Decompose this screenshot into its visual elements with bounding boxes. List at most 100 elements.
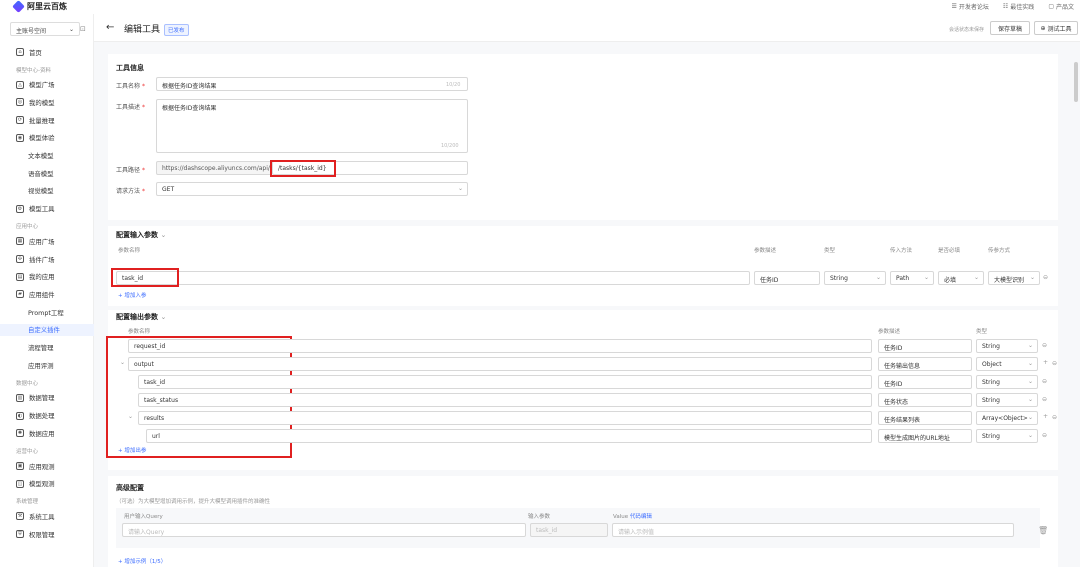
- back-arrow-icon[interactable]: ←: [106, 22, 114, 33]
- col-param-mode: 传参方式: [988, 248, 1011, 254]
- sidebar-item-label: 插件广场: [29, 255, 55, 264]
- chevron-down-icon: ⌄: [1027, 396, 1033, 403]
- delete-icon[interactable]: ⊖: [1052, 414, 1057, 421]
- delete-icon[interactable]: ⊖: [1042, 396, 1047, 403]
- output-param-name[interactable]: url: [146, 429, 872, 443]
- tool-name-input[interactable]: 根据任务ID查询结果: [156, 77, 468, 91]
- path-base: https://dashscope.aliyuncs.com/api/v1: [156, 161, 272, 175]
- add-child-icon[interactable]: +: [1043, 359, 1048, 366]
- input-param-pass[interactable]: Path ⌄: [890, 271, 934, 285]
- input-param-desc[interactable]: 任务ID: [754, 271, 820, 285]
- collapse-chevron-icon[interactable]: ⌄: [128, 413, 133, 420]
- input-param-required[interactable]: 必填 ⌄: [938, 271, 984, 285]
- collapse-chevron-icon[interactable]: ⌄: [120, 359, 125, 366]
- highlight-task-id: [111, 268, 179, 287]
- permission-icon: ⛨: [16, 530, 24, 539]
- output-param-type[interactable]: Array<Object> ⌄: [976, 411, 1038, 425]
- sidebar-item-label: 模型工具: [29, 205, 55, 214]
- data-process-icon: ◐: [16, 411, 24, 420]
- data-app-icon: ✺: [16, 429, 24, 438]
- output-param-name[interactable]: output: [128, 357, 872, 371]
- delete-icon[interactable]: ⊖: [1042, 342, 1047, 349]
- delete-icon[interactable]: ⊖: [1052, 360, 1057, 367]
- output-params-card: 配置输出参数 ⌄ 参数名称 参数描述 类型 + 增加出参 request_id 任…: [106, 310, 1058, 470]
- code-edit-link[interactable]: 代码编辑: [630, 514, 652, 520]
- output-param-desc[interactable]: 任务ID: [878, 339, 972, 353]
- desc-label: 工具描述 *: [116, 104, 145, 111]
- my-app-icon: ▤: [16, 272, 24, 281]
- output-params-title: 配置输出参数 ⌄: [116, 313, 167, 321]
- output-param-type[interactable]: String ⌄: [976, 375, 1038, 389]
- example-param: task_id: [530, 523, 608, 537]
- path-label: 工具路径 *: [116, 167, 145, 174]
- input-param-type[interactable]: String ⌄: [824, 271, 886, 285]
- top-link-forum[interactable]: ☰ 开发者论坛: [952, 2, 989, 11]
- output-param-type[interactable]: Object ⌄: [976, 357, 1038, 371]
- page-title: 编辑工具: [124, 25, 161, 35]
- output-param-name[interactable]: results: [138, 411, 872, 425]
- output-param-desc[interactable]: 模型生成图片的URL地址: [878, 429, 972, 443]
- top-link-practice[interactable]: ☷ 最佳实践: [1003, 2, 1034, 11]
- output-param-desc[interactable]: 任务输出信息: [878, 357, 972, 371]
- app-logo[interactable]: 阿里云百炼: [12, 0, 67, 13]
- workspace-select[interactable]: 主账号空间 ⌄: [10, 22, 80, 36]
- output-param-desc[interactable]: 任务结果列表: [878, 411, 972, 425]
- model-observe-icon: ◫: [16, 479, 24, 488]
- sidebar-item-label: 应用评测: [28, 361, 54, 370]
- trash-icon[interactable]: 🗑: [1038, 526, 1048, 535]
- output-param-desc[interactable]: 任务ID: [878, 375, 972, 389]
- output-param-name[interactable]: task_id: [138, 375, 872, 389]
- output-param-desc[interactable]: 任务状态: [878, 393, 972, 407]
- sidebar-item-label: 文本模型: [28, 152, 54, 160]
- sidebar-item-label: 模型体验: [29, 134, 55, 143]
- delete-icon[interactable]: ⊖: [1043, 274, 1048, 281]
- add-example-link[interactable]: + 增加示例（1/5）: [118, 557, 166, 565]
- query-input[interactable]: 请输入Query: [122, 523, 526, 537]
- home-icon: ⌂: [16, 48, 24, 56]
- delete-icon[interactable]: ⊖: [1042, 432, 1047, 439]
- col-query: 用户输入Query: [124, 514, 163, 520]
- sidebar-item-label: Prompt工程: [28, 308, 64, 317]
- add-input-param-link[interactable]: + 增加入参: [118, 291, 146, 299]
- advanced-subtitle: （可选）为大模型增加调用示例，提升大模型调用插件的准确性: [116, 499, 271, 505]
- scrollbar[interactable]: [1074, 62, 1078, 102]
- input-param-mode[interactable]: 大模型识别 ⌄: [988, 271, 1040, 285]
- top-link-docs[interactable]: ▢ 产品文: [1048, 2, 1074, 11]
- test-tool-label: 测试工具: [1047, 25, 1072, 33]
- top-links: ☰ 开发者论坛 ☷ 最佳实践 ▢ 产品文: [952, 2, 1075, 11]
- input-param-name[interactable]: task_id: [116, 271, 750, 285]
- col-param-pass: 传入方法: [890, 248, 913, 254]
- logo-icon: [12, 0, 25, 13]
- example-value-input[interactable]: 请输入示例值: [612, 523, 1014, 537]
- sidebar-item-label: 首页: [29, 48, 42, 57]
- sidebar-item-label: 运营中心: [16, 449, 39, 455]
- add-child-icon[interactable]: +: [1043, 413, 1048, 420]
- sidebar-item-16[interactable]: 自定义插件: [0, 323, 94, 336]
- workspace-settings-icon[interactable]: ⊡: [80, 25, 86, 33]
- output-param-type[interactable]: String ⌄: [976, 339, 1038, 353]
- tool-desc-textarea[interactable]: 根据任务ID查询结果: [156, 99, 468, 153]
- save-draft-button[interactable]: 保存草稿: [990, 21, 1030, 35]
- workspace-label: 主账号空间: [16, 28, 47, 35]
- sidebar-item-label: 系统工具: [29, 512, 55, 521]
- status-badge: 已发布: [164, 24, 189, 36]
- output-param-name[interactable]: task_status: [138, 393, 872, 407]
- delete-icon[interactable]: ⊖: [1042, 378, 1047, 385]
- sidebar-item-label: 应用组件: [29, 290, 55, 299]
- tool-info-title: 工具信息: [116, 64, 144, 72]
- method-select[interactable]: GET ⌄: [156, 182, 468, 196]
- sidebar-item-label: 系统管理: [16, 499, 39, 506]
- plugin-square-icon: ✣: [16, 255, 24, 263]
- chevron-down-icon: ⌄: [68, 26, 74, 33]
- chevron-down-icon: ⌄: [1029, 274, 1035, 281]
- sys-tool-icon: ⚒: [16, 512, 24, 521]
- sidebar-item-label: 应用观测: [29, 462, 55, 471]
- sidebar-item-label: 应用广场: [29, 237, 55, 246]
- sidebar-item-label: 语音模型: [28, 169, 54, 178]
- main-content: ← 编辑工具 已发布 会话状态未保存 保存草稿 ⊕ 测试工具 工具信息 工具名称 …: [94, 14, 1080, 567]
- output-param-name[interactable]: request_id: [128, 339, 872, 353]
- method-label: 请求方法 *: [116, 188, 145, 195]
- test-tool-button[interactable]: ⊕ 测试工具: [1034, 21, 1078, 35]
- output-param-type[interactable]: String ⌄: [976, 429, 1038, 443]
- output-param-type[interactable]: String ⌄: [976, 393, 1038, 407]
